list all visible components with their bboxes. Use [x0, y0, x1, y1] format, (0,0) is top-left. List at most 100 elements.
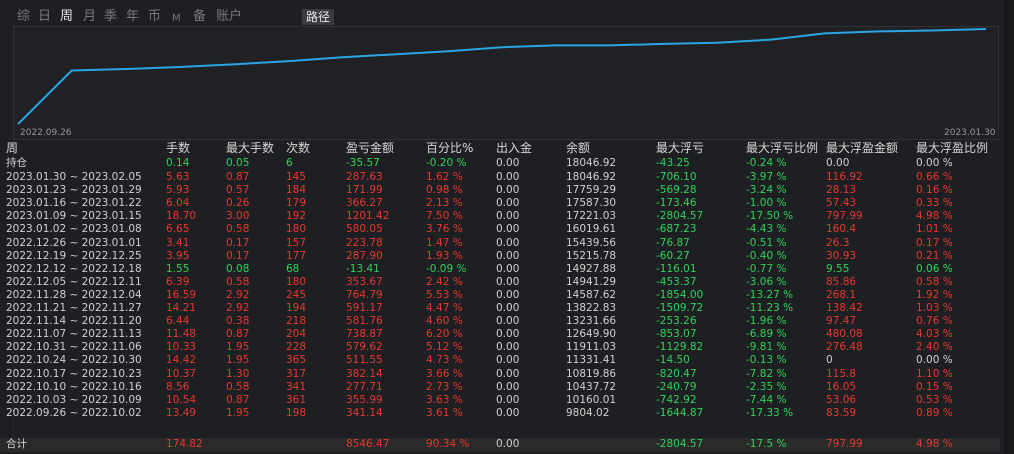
table-row[interactable]: 2023.01.23 ~ 2023.01.29 5.93 0.57 184 171.99… [0, 184, 1000, 197]
cell-col-4: 287.90 [346, 249, 383, 262]
cell-col-9: -2.35 % [746, 380, 787, 393]
tab-8[interactable]: 备 [193, 8, 206, 26]
cell-col-10: 115.8 [826, 367, 857, 380]
cell-col-1: 8.56 [166, 380, 190, 393]
row-label: 2022.12.12 ~ 2022.12.18 [6, 262, 142, 275]
tab-9[interactable]: 账户 [216, 8, 242, 26]
cell-col-9: -3.97 % [746, 171, 787, 183]
cell-col-7: 15439.56 [566, 236, 617, 249]
column-header[interactable]: 手数 [166, 142, 190, 155]
cell-col-7: 17759.29 [566, 184, 617, 197]
equity-line [17, 28, 987, 125]
cell-col-11: 2.40 % [916, 341, 953, 354]
tab-4[interactable]: 季 [104, 8, 117, 26]
cell-col-4: 223.78 [346, 236, 383, 249]
cell-col-6: 0.00 [496, 341, 520, 354]
total-row[interactable]: 合计 174.82 8546.47 90.34 % 0.00 -2804.57 -17.5 … [0, 438, 1000, 452]
table-row[interactable]: 2022.11.21 ~ 2022.11.27 14.21 2.92 194 591.1… [0, 302, 1000, 315]
cell-col-5: 3.66 % [426, 367, 463, 380]
table-row[interactable]: 2022.10.10 ~ 2022.10.16 8.56 0.58 341 277.71… [0, 381, 1000, 394]
column-header[interactable]: 最大手数 [226, 142, 274, 155]
cell-col-11: 0.53 % [916, 393, 953, 406]
table-row[interactable]: 2022.12.26 ~ 2023.01.01 3.41 0.17 157 223.78… [0, 237, 1000, 250]
column-header[interactable]: 出入金 [496, 142, 532, 155]
cell-col-4: 353.67 [346, 275, 383, 288]
cell-col-2: 0.87 [226, 328, 250, 341]
table-row[interactable]: 2022.11.14 ~ 2022.11.20 6.44 0.38 218 581.76… [0, 315, 1000, 328]
cell-col-11: 0.21 % [916, 249, 953, 262]
cell-col-5: 4.60 % [426, 315, 463, 328]
cell-col-10: 276.48 [826, 341, 863, 354]
cell-col-11: 0.66 % [916, 171, 953, 183]
cell-col-7: 10160.01 [566, 393, 617, 406]
row-label: 2022.10.31 ~ 2022.11.06 [6, 341, 142, 354]
cell-col-4: 511.55 [346, 354, 383, 367]
tab-2[interactable]: 周 [60, 8, 73, 26]
table-row[interactable]: 2022.10.17 ~ 2022.10.23 10.37 1.30 317 382.1… [0, 368, 1000, 381]
cell-col-1: 5.93 [166, 184, 190, 197]
table-row[interactable]: 2022.12.05 ~ 2022.12.11 6.39 0.58 180 353.67… [0, 276, 1000, 289]
cell-col-5: 6.20 % [426, 328, 463, 341]
row-label: 2022.10.03 ~ 2022.10.09 [6, 393, 142, 406]
cell-col-4: 1201.42 [346, 210, 390, 223]
cell-col-8: -453.37 [656, 275, 697, 288]
cell-col-6: 0.00 [496, 210, 520, 223]
table-row[interactable]: 2022.12.12 ~ 2022.12.18 1.55 0.08 68 -13.41 -… [0, 263, 1000, 276]
vertical-scrollbar[interactable] [1004, 0, 1014, 454]
column-header[interactable]: 最大浮亏 [656, 142, 704, 155]
cell-col-10: 16.05 [826, 380, 857, 393]
tab-0[interactable]: 综 [17, 8, 30, 26]
cell-col-11: 1.92 % [916, 288, 953, 301]
cell-col-11: 4.03 % [916, 328, 953, 341]
cell-col-7: 9804.02 [566, 406, 610, 419]
column-header[interactable]: 盈亏金额 [346, 142, 394, 155]
row-label: 2022.12.05 ~ 2022.12.11 [6, 275, 142, 288]
cell-col-9: -13.27 % [746, 288, 794, 301]
cell-col-6: 0.00 [496, 438, 520, 450]
tab-1[interactable]: 日 [38, 8, 51, 26]
column-header[interactable]: 最大浮盈金额 [826, 142, 898, 155]
table-row[interactable]: 2022.12.19 ~ 2022.12.25 3.95 0.17 177 287.90… [0, 250, 1000, 263]
cell-col-6: 0.00 [496, 262, 520, 275]
table-row[interactable]: 2022.10.03 ~ 2022.10.09 10.54 0.87 361 355.9… [0, 394, 1000, 407]
column-header[interactable]: 次数 [286, 142, 310, 155]
cell-col-3: 180 [286, 275, 307, 288]
table-row[interactable]: 2022.09.26 ~ 2022.10.02 13.49 1.95 198 341.1… [0, 407, 1000, 420]
tab-3[interactable]: 月 [83, 8, 96, 26]
column-header[interactable]: 最大浮盈比例 [916, 142, 988, 155]
cell-col-8: -1129.82 [656, 341, 704, 354]
row-label: 2023.01.30 ~ 2023.02.05 [6, 171, 142, 183]
tab-6[interactable]: 币 [148, 8, 161, 26]
cell-col-9: -0.13 % [746, 354, 787, 367]
cell-col-7: 15215.78 [566, 249, 617, 262]
table-row[interactable]: 2023.01.30 ~ 2023.02.05 5.63 0.87 145 287.63… [0, 171, 1000, 184]
cell-col-11: 0.15 % [916, 380, 953, 393]
weekly-report-table: 周 手数 最大手数 次数 盈亏金额 百分比% 出入金 余额 最大浮亏 最大浮亏比例 最大浮盈金额 最大… [0, 142, 1014, 454]
route-button[interactable]: 路径 [302, 9, 335, 25]
cell-col-1: 10.33 [166, 341, 197, 354]
table-row[interactable]: 2022.10.24 ~ 2022.10.30 14.42 1.95 365 511.5… [0, 354, 1000, 367]
cell-col-6: 0.00 [496, 288, 520, 301]
cell-col-9: -4.43 % [746, 223, 787, 236]
tab-5[interactable]: 年 [126, 8, 139, 26]
table-row[interactable]: 2023.01.16 ~ 2023.01.22 6.04 0.26 179 366.27… [0, 197, 1000, 210]
cell-col-3: 365 [286, 354, 307, 367]
cell-col-5: 1.93 % [426, 249, 463, 262]
column-header[interactable]: 百分比% [426, 142, 473, 155]
table-row[interactable]: 2023.01.02 ~ 2023.01.08 6.65 0.58 180 580.05… [0, 223, 1000, 236]
cell-col-8: -2804.57 [656, 210, 704, 223]
column-header[interactable]: 周 [6, 142, 18, 155]
table-row[interactable]: 2022.11.28 ~ 2022.12.04 16.59 2.92 245 764.7… [0, 289, 1000, 302]
table-row[interactable]: 2022.11.07 ~ 2022.11.13 11.48 0.87 204 738.8… [0, 328, 1000, 341]
column-header[interactable]: 余额 [566, 142, 590, 155]
cell-col-9: -6.89 % [746, 328, 787, 341]
cell-col-7: 10819.86 [566, 367, 617, 380]
cell-col-1: 10.54 [166, 393, 197, 406]
table-row[interactable]: 2023.01.09 ~ 2023.01.15 18.70 3.00 192 1201.… [0, 210, 1000, 223]
cell-col-8: -253.26 [656, 315, 697, 328]
table-row[interactable]: 2022.10.31 ~ 2022.11.06 10.33 1.95 228 579.6… [0, 341, 1000, 354]
column-header[interactable]: 最大浮亏比例 [746, 142, 818, 155]
cell-col-8: -60.27 [656, 249, 690, 262]
cell-col-1: 18.70 [166, 210, 197, 223]
position-row[interactable]: 持仓 0.14 0.05 6 -35.57 -0.20 % 0.00 18046.92 -43.… [0, 157, 1000, 170]
